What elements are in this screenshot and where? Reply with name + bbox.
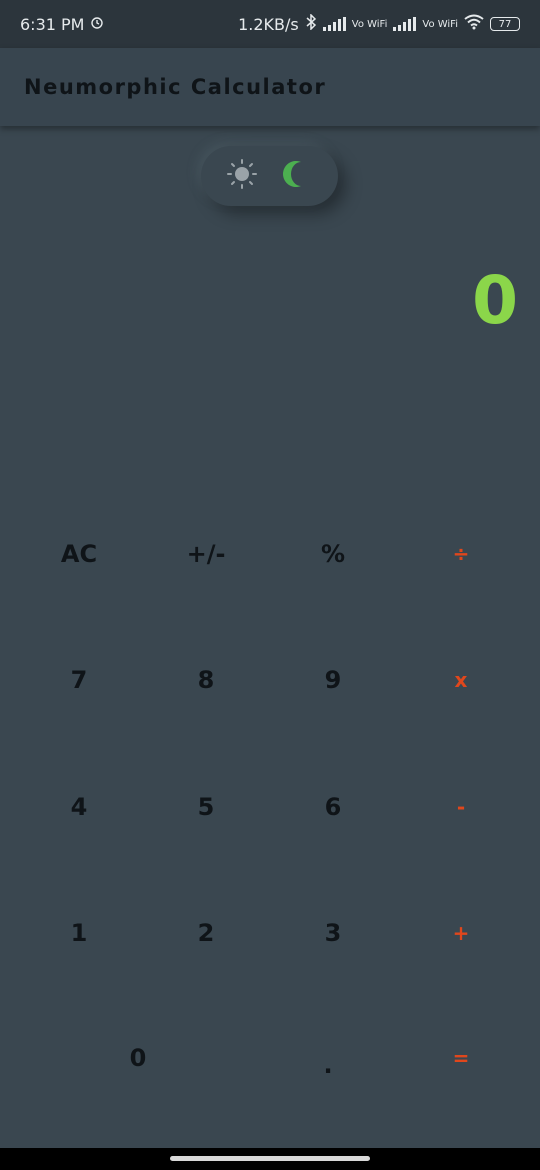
key-equals[interactable]: = — [411, 1008, 511, 1108]
sync-icon — [90, 15, 104, 34]
result-display: 0 — [472, 262, 518, 339]
key-percent[interactable]: % — [283, 504, 383, 604]
key-negate[interactable]: +/- — [156, 504, 256, 604]
signal-icon-2 — [393, 17, 417, 31]
vowifi-label-2: Vo WiFi — [422, 18, 458, 30]
wifi-icon — [464, 14, 484, 34]
app-title: Neumorphic Calculator — [24, 75, 327, 99]
key-7[interactable]: 7 — [29, 630, 129, 730]
bluetooth-icon — [305, 13, 317, 34]
key-multiply[interactable]: x — [411, 630, 511, 730]
key-clear[interactable]: AC — [29, 504, 129, 604]
theme-toggle[interactable] — [201, 146, 338, 206]
status-time: 6:31 PM — [20, 14, 85, 34]
key-subtract[interactable]: - — [411, 757, 511, 857]
net-speed: 1.2KB/s — [238, 14, 299, 34]
battery-indicator: 77 — [490, 17, 520, 31]
key-decimal[interactable]: . — [278, 1015, 378, 1115]
key-0[interactable]: 0 — [88, 1008, 188, 1108]
key-3[interactable]: 3 — [283, 883, 383, 983]
key-5[interactable]: 5 — [156, 757, 256, 857]
key-add[interactable]: + — [411, 883, 511, 983]
key-4[interactable]: 4 — [29, 757, 129, 857]
key-divide[interactable]: ÷ — [411, 504, 511, 604]
key-1[interactable]: 1 — [29, 883, 129, 983]
signal-icon — [322, 17, 346, 31]
moon-icon[interactable] — [281, 158, 313, 194]
key-2[interactable]: 2 — [156, 883, 256, 983]
home-indicator-bar — [0, 1148, 540, 1170]
app-bar: Neumorphic Calculator — [0, 48, 540, 126]
home-indicator[interactable] — [170, 1156, 370, 1161]
sun-icon[interactable] — [226, 158, 258, 194]
key-6[interactable]: 6 — [283, 757, 383, 857]
vowifi-label-1: Vo WiFi — [351, 18, 388, 30]
key-8[interactable]: 8 — [156, 630, 256, 730]
status-bar: 6:31 PM 1.2KB/s Vo WiFi Vo WiFi 77 — [0, 0, 540, 48]
key-9[interactable]: 9 — [283, 630, 383, 730]
